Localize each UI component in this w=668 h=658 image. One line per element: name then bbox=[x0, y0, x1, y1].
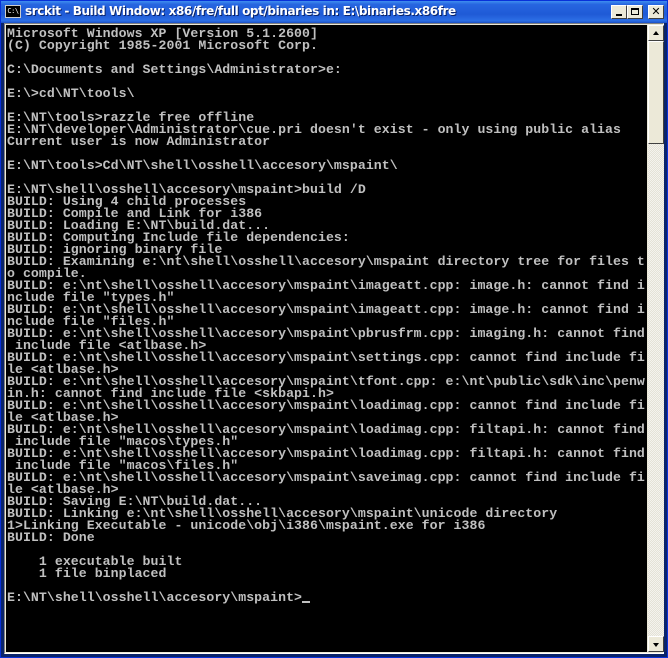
arrow-down-icon bbox=[653, 643, 659, 647]
console-line: BUILD: Done bbox=[7, 530, 95, 545]
console-line: C:\Documents and Settings\Administrator>… bbox=[7, 62, 342, 77]
maximize-icon bbox=[631, 8, 639, 15]
console-line: 1 file binplaced bbox=[7, 566, 167, 581]
arrow-up-icon bbox=[653, 31, 659, 35]
console-line: BUILD: Examining e:\nt\shell\osshell\acc… bbox=[7, 254, 645, 269]
minimize-icon bbox=[616, 14, 622, 16]
console-line: 1>Linking Executable - unicode\obj\i386\… bbox=[7, 518, 486, 533]
console-line: (C) Copyright 1985-2001 Microsoft Corp. bbox=[7, 38, 318, 53]
title-bar[interactable]: C:\ srckit - Build Window: x86/fre/full … bbox=[1, 1, 667, 23]
maximize-button[interactable] bbox=[627, 5, 643, 19]
scroll-thumb[interactable] bbox=[648, 41, 664, 144]
window-title: srckit - Build Window: x86/fre/full opt/… bbox=[25, 4, 456, 18]
scroll-down-button[interactable] bbox=[648, 636, 664, 652]
close-button[interactable]: ✕ bbox=[648, 5, 664, 19]
console-client-area: Microsoft Windows XP [Version 5.1.2600](… bbox=[4, 23, 664, 654]
scroll-up-button[interactable] bbox=[648, 25, 664, 41]
console-text: Microsoft Windows XP [Version 5.1.2600](… bbox=[7, 27, 645, 604]
minimize-button[interactable] bbox=[611, 5, 627, 19]
console-line: E:\NT\tools>Cd\NT\shell\osshell\accesory… bbox=[7, 158, 398, 173]
console-line: E:\NT\shell\osshell\accesory\mspaint> bbox=[7, 591, 645, 604]
close-icon: ✕ bbox=[651, 5, 661, 18]
console-output[interactable]: Microsoft Windows XP [Version 5.1.2600](… bbox=[6, 25, 647, 652]
vertical-scrollbar[interactable] bbox=[648, 25, 664, 652]
console-line: E:\>cd\NT\tools\ bbox=[7, 86, 135, 101]
console-line: Current user is now Administrator bbox=[7, 134, 271, 149]
console-icon[interactable]: C:\ bbox=[5, 5, 21, 18]
text-cursor bbox=[302, 601, 311, 603]
console-window: C:\ srckit - Build Window: x86/fre/full … bbox=[0, 0, 668, 658]
